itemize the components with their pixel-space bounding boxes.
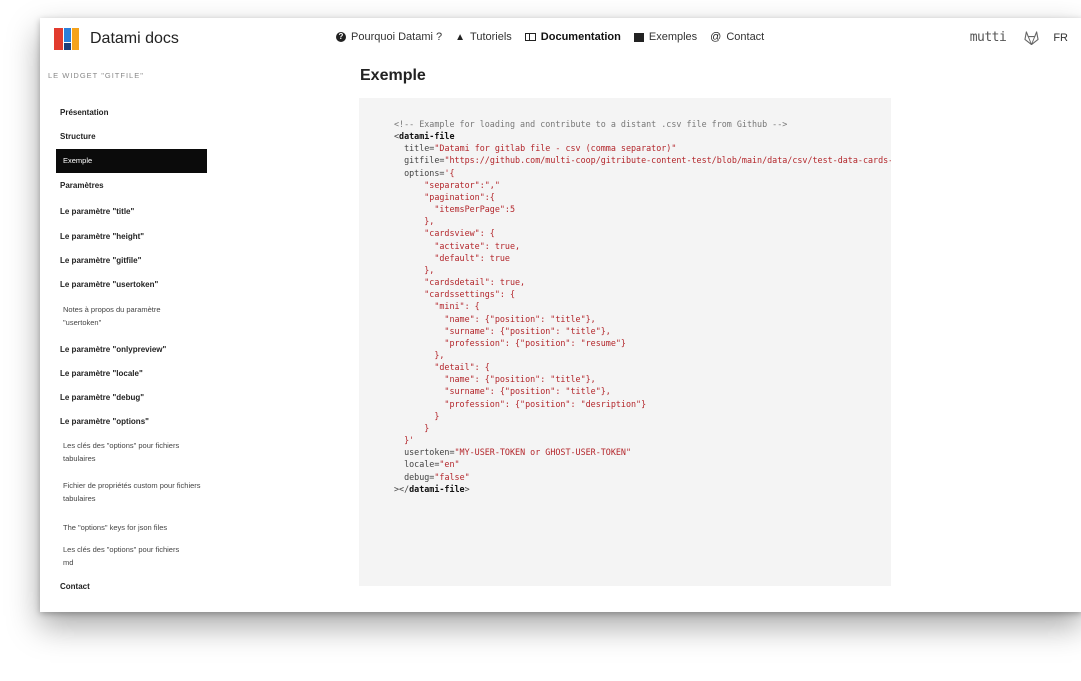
sidebar-item-usertoken[interactable]: Le paramètre "usertoken"	[60, 280, 158, 289]
menu-item-documentation[interactable]: Documentation	[524, 31, 621, 43]
code-options-line: "profession": {"position": "resume"}	[414, 337, 626, 348]
code-options-line: "itemsPerPage":5	[414, 204, 516, 215]
sidebar-item-title[interactable]: Le paramètre "title"	[60, 207, 134, 216]
sidebar-subitem-options-json[interactable]: The "options" keys for json files	[63, 521, 213, 534]
code-options-line: "separator":","	[414, 179, 500, 190]
code-options-line: },	[414, 264, 435, 275]
code-value-debug: "false"	[434, 471, 470, 482]
sidebar-item-contact[interactable]: Contact	[60, 582, 90, 591]
code-value-gitfile: "https://github.com/multi-coop/gitribute…	[444, 155, 891, 166]
code-options-line: "name": {"position": "title"},	[414, 374, 596, 385]
sidebar-item-height[interactable]: Le paramètre "height"	[60, 232, 144, 241]
code-content: <!-- Example for loading and contribute …	[394, 118, 891, 495]
code-comment: <!-- Example for loading and contribute …	[394, 119, 788, 129]
code-attr-usertoken: usertoken=	[404, 447, 455, 458]
sidebar-subitem-usertoken-notes[interactable]: Notes à propos du paramètre "usertoken"	[63, 303, 198, 329]
code-options-line: }	[414, 410, 440, 421]
menu-item-tutoriels[interactable]: ▲ Tutoriels	[455, 31, 512, 43]
sidebar-item-debug[interactable]: Le paramètre "debug"	[60, 393, 144, 402]
code-value-locale: "en"	[439, 459, 460, 470]
code-options-line: },	[414, 216, 435, 227]
sidebar-item-parametres[interactable]: Paramètres	[60, 181, 104, 190]
brand-link[interactable]: Datami docs	[54, 28, 179, 50]
sidebar-subitem-custom-properties[interactable]: Fichier de propriétés custom pour fichie…	[63, 479, 213, 505]
code-options-line: "pagination":{	[414, 191, 495, 202]
navbar-right-tools: mutti FR	[970, 30, 1068, 45]
sidebar-item-presentation[interactable]: Présentation	[60, 108, 108, 117]
sidebar-subitem-options-md[interactable]: Les clés des "options" pour fichiers md	[63, 543, 188, 569]
code-attr-options: options=	[404, 167, 445, 178]
gitlab-icon[interactable]	[1024, 30, 1039, 45]
at-icon: @	[710, 31, 722, 43]
code-value-title: "Datami for gitlab file - csv (comma sep…	[434, 143, 677, 154]
code-attr-gitfile: gitfile=	[404, 155, 445, 166]
code-options-line: }	[414, 422, 430, 433]
code-options-line: "name": {"position": "title"},	[414, 313, 596, 324]
code-options-line: "cardsview": {	[414, 228, 495, 239]
code-attr-debug: debug=	[404, 471, 435, 482]
code-attr-locale: locale=	[404, 459, 440, 470]
menu-item-exemples[interactable]: Exemples	[633, 31, 698, 43]
code-options-line: "default": true	[414, 252, 510, 263]
sidebar-heading: LE WIDGET "GITFILE"	[48, 71, 144, 80]
code-options-line: "cardsdetail": true,	[414, 277, 526, 288]
menu-item-contact[interactable]: @ Contact	[710, 31, 764, 43]
code-options-line: },	[414, 349, 445, 360]
code-options-line: "mini": {	[414, 301, 480, 312]
top-navbar: Datami docs ? Pourquoi Datami ? ▲ Tutori…	[40, 18, 1081, 62]
language-switch[interactable]: FR	[1053, 32, 1068, 44]
code-options-line: "cardssettings": {	[414, 289, 516, 300]
menu-item-label: Contact	[726, 31, 765, 43]
sidebar-subitem-options-tabular[interactable]: Les clés des "options" pour fichiers tab…	[63, 439, 198, 465]
code-options-line: "activate": true,	[414, 240, 521, 251]
sidebar-item-onlypreview[interactable]: Le paramètre "onlypreview"	[60, 345, 166, 354]
film-icon	[633, 32, 644, 42]
code-tag-bracket: ></	[394, 483, 410, 494]
sidebar-item-gitfile[interactable]: Le paramètre "gitfile"	[60, 256, 141, 265]
code-options-line: '{	[444, 167, 455, 178]
page-title: Exemple	[360, 67, 426, 84]
code-options-line: "profession": {"position": "desription"}	[414, 398, 647, 409]
code-options-line: }'	[404, 435, 415, 446]
question-circle-icon: ?	[336, 32, 346, 42]
code-options-line: "detail": {	[414, 362, 490, 373]
sidebar-item-exemple[interactable]: Exemple	[56, 149, 207, 173]
menu-item-pourquoi[interactable]: ? Pourquoi Datami ?	[336, 31, 442, 43]
menu-item-label: Pourquoi Datami ?	[351, 31, 443, 43]
graduation-cap-icon: ▲	[455, 31, 466, 43]
browser-window: Datami docs ? Pourquoi Datami ? ▲ Tutori…	[40, 18, 1081, 612]
brand-title: Datami docs	[90, 30, 179, 47]
sidebar-item-options[interactable]: Le paramètre "options"	[60, 417, 149, 426]
code-tag-name: datami-file	[399, 131, 455, 142]
sidebar-item-locale[interactable]: Le paramètre "locale"	[60, 369, 143, 378]
code-options-line: "surname": {"position": "title"},	[414, 325, 611, 336]
code-options-line: "surname": {"position": "title"},	[414, 386, 611, 397]
main-menu: ? Pourquoi Datami ? ▲ Tutoriels Document…	[336, 31, 777, 43]
code-tag-bracket: >	[464, 483, 470, 494]
book-icon	[524, 33, 536, 41]
code-attr-title: title=	[404, 143, 435, 154]
code-value-usertoken: "MY-USER-TOKEN or GHOST-USER-TOKEN"	[454, 447, 631, 458]
menu-item-label: Exemples	[648, 31, 698, 43]
code-block: <!-- Example for loading and contribute …	[359, 98, 891, 586]
datami-logo-icon	[54, 28, 79, 50]
multi-logo[interactable]: mutti	[970, 30, 1007, 45]
menu-item-label: Documentation	[540, 31, 621, 43]
sidebar-item-structure[interactable]: Structure	[60, 132, 96, 141]
code-tag-name: datami-file	[409, 483, 465, 494]
menu-item-label: Tutoriels	[470, 31, 512, 43]
